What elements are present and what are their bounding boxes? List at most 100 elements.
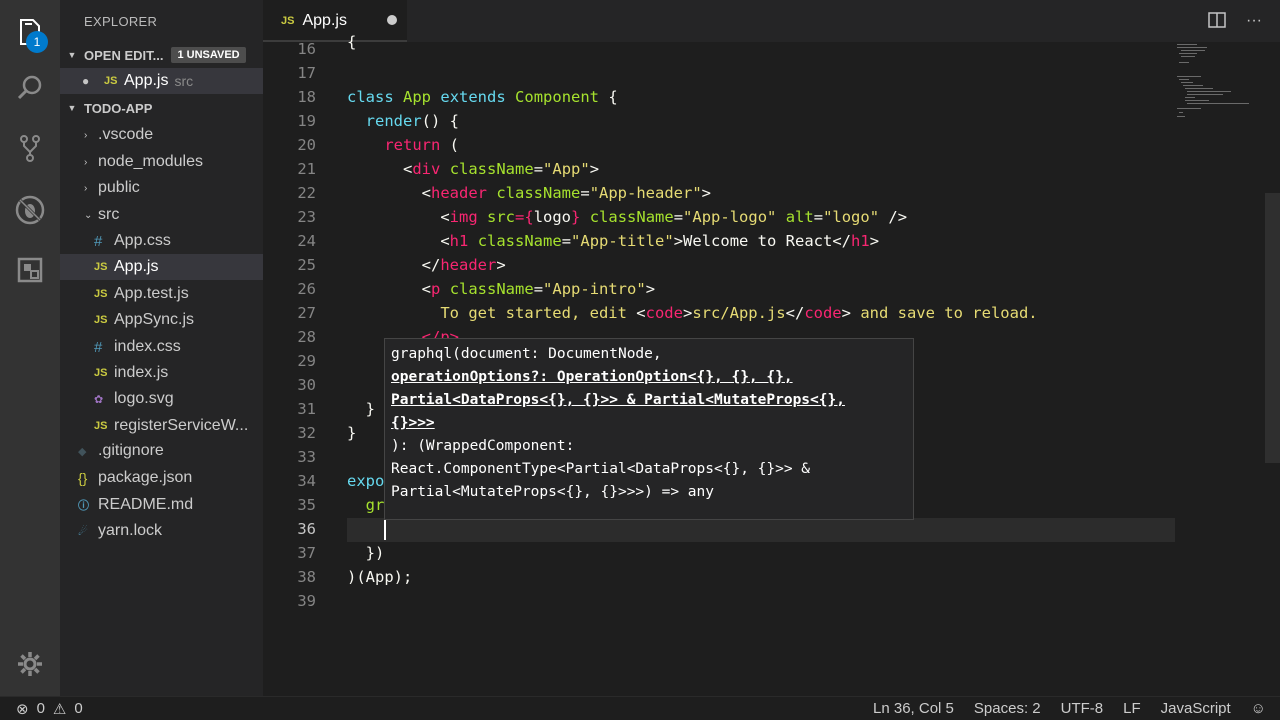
tree-item-readme[interactable]: ⓘ README.md [60, 492, 263, 518]
hover-line-active-param: {}>>> [391, 415, 435, 431]
tree-item-vscode[interactable]: › .vscode [60, 122, 263, 148]
line-number: 39 [297, 592, 316, 610]
hover-line: Partial<MutateProps<{}, {}>>>) => any [391, 484, 715, 500]
tree-item-label: .vscode [98, 126, 154, 143]
text-cursor [384, 520, 386, 540]
tree-item-logo-svg[interactable]: ✿ logo.svg [60, 386, 263, 412]
line-number: 38 [297, 568, 316, 586]
hover-line: graphql(document: DocumentNode, [391, 346, 662, 362]
code-line-26: <p className="App-intro"> [421, 280, 656, 298]
split-editor-icon[interactable] [1208, 12, 1226, 33]
line-number: 37 [297, 544, 316, 562]
open-editor-item-app-js[interactable]: ● JS App.js src [60, 68, 263, 94]
feedback-icon[interactable]: ☺ [1251, 700, 1266, 717]
tree-item-label: public [98, 179, 140, 196]
line-number: 34 [297, 472, 316, 490]
search-icon[interactable] [12, 70, 48, 106]
tree-item-gitignore[interactable]: ◆ .gitignore [60, 438, 263, 464]
tree-item-appsync-js[interactable]: JS AppSync.js [60, 307, 263, 333]
code-line-22: <header className="App-header"> [421, 184, 712, 202]
tree-item-node-modules[interactable]: › node_modules [60, 149, 263, 175]
tree-item-label: index.js [114, 364, 169, 381]
unsaved-badge: 1 UNSAVED [171, 47, 246, 63]
problems-indicator[interactable]: ⊗ 0 ⚠ 0 [16, 700, 83, 718]
tree-item-label: src [98, 206, 120, 223]
js-file-icon: JS [94, 288, 108, 300]
unsaved-dot-icon[interactable] [387, 15, 397, 25]
minimap[interactable] [1175, 42, 1265, 122]
line-number: 24 [297, 232, 316, 250]
cursor-position[interactable]: Ln 36, Col 5 [873, 700, 954, 717]
source-control-icon[interactable] [12, 130, 48, 166]
warning-count: 0 [74, 700, 83, 717]
chevron-right-icon: › [84, 182, 88, 194]
hover-line-active-param: operationOptions?: OperationOption<{}, {… [391, 369, 793, 385]
gear-icon[interactable] [12, 646, 48, 682]
tree-item-label: AppSync.js [114, 311, 195, 328]
tree-item-label: App.css [114, 232, 171, 249]
git-file-icon: ◆ [78, 445, 87, 458]
tree-item-app-test-js[interactable]: JS App.test.js [60, 281, 263, 307]
line-number: 16 [297, 40, 316, 58]
extensions-icon[interactable] [12, 252, 48, 288]
chevron-right-icon: › [84, 156, 88, 168]
tree-item-index-css[interactable]: # index.css [60, 334, 263, 360]
code-line-38: )(App); [347, 568, 413, 586]
tree-item-label: package.json [98, 469, 193, 486]
line-number: 26 [297, 280, 316, 298]
json-file-icon: {} [78, 470, 88, 486]
line-number: 18 [297, 88, 316, 106]
code-line-21: <div className="App"> [403, 160, 600, 178]
scrollbar-thumb[interactable] [1265, 193, 1280, 463]
svg-file-icon: ✿ [94, 393, 104, 406]
language-mode[interactable]: JavaScript [1161, 700, 1231, 717]
debug-icon[interactable] [12, 192, 48, 228]
tree-item-public[interactable]: › public [60, 175, 263, 201]
tree-item-app-js[interactable]: JS App.js [60, 254, 263, 280]
yarn-file-icon: ☄ [78, 525, 88, 538]
code-line-19: render() { [365, 112, 459, 130]
end-of-line[interactable]: LF [1123, 700, 1141, 717]
js-file-icon: JS [94, 261, 108, 273]
tree-item-index-js[interactable]: JS index.js [60, 360, 263, 386]
more-actions-icon[interactable]: ··· [1246, 12, 1262, 33]
unsaved-dot-icon[interactable]: ● [82, 74, 104, 88]
open-editors-section[interactable]: ▼ OPEN EDIT... 1 UNSAVED [60, 42, 263, 68]
editor-tab-bar: JS App.js ··· [263, 0, 1280, 42]
explorer-sidebar: EXPLORER ▼ OPEN EDIT... 1 UNSAVED ● JS A… [60, 0, 263, 696]
status-bar: ⊗ 0 ⚠ 0 Ln 36, Col 5 Spaces: 2 UTF-8 LF … [0, 696, 1280, 720]
code-line-27: To get started, edit <code>src/App.js</c… [440, 304, 1038, 322]
tree-item-yarn-lock[interactable]: ☄ yarn.lock [60, 518, 263, 544]
current-line-highlight [347, 518, 1175, 542]
tree-item-label: .gitignore [98, 442, 164, 459]
tree-item-label: README.md [98, 496, 194, 513]
error-icon: ⊗ [16, 701, 29, 718]
chevron-down-icon: ⌄ [84, 209, 93, 221]
code-line-31: } [365, 400, 376, 418]
indentation[interactable]: Spaces: 2 [974, 700, 1041, 717]
code-line-37: }) [365, 544, 385, 562]
tree-item-app-css[interactable]: # App.css [60, 228, 263, 254]
code-line-34: expo [347, 472, 385, 490]
code-line-18: class App extends Component { [347, 88, 618, 106]
tab-label: App.js [302, 11, 347, 29]
encoding[interactable]: UTF-8 [1061, 700, 1104, 717]
line-number: 36 [297, 520, 316, 538]
code-line-24: <h1 className="App-title">Welcome to Rea… [440, 232, 880, 250]
warning-icon: ⚠ [52, 701, 67, 718]
hover-line: ): (WrappedComponent: [391, 438, 575, 454]
code-line-16: { [347, 33, 357, 51]
tree-item-src[interactable]: ⌄ src [60, 202, 263, 228]
tree-item-register-service-worker[interactable]: JS registerServiceW... [60, 413, 263, 439]
tree-item-package-json[interactable]: {} package.json [60, 465, 263, 491]
code-line-35: gr [365, 496, 385, 514]
line-number: 29 [297, 352, 316, 370]
code-line-32: } [347, 424, 357, 442]
line-number: 22 [297, 184, 316, 202]
code-line-25: </header> [421, 256, 506, 274]
tree-item-label: App.test.js [114, 285, 189, 302]
tree-item-label: node_modules [98, 153, 203, 170]
editor-actions: ··· [1208, 12, 1262, 33]
tab-app-js[interactable]: JS App.js [263, 0, 407, 42]
project-section[interactable]: ▼ TODO-APP [60, 95, 263, 121]
